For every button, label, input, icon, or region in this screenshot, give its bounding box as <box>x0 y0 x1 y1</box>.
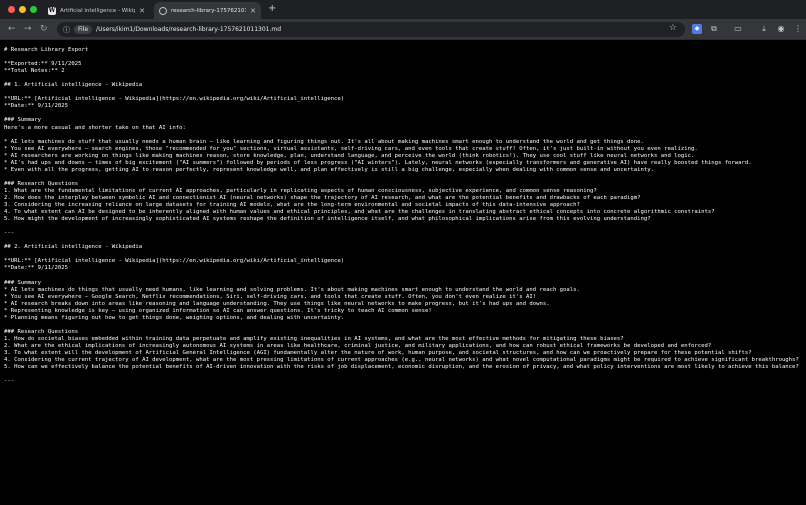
document-line <box>4 251 802 258</box>
window-controls <box>8 6 37 13</box>
document-line: 5. How can we effectively balance the po… <box>4 364 799 371</box>
document-line: 4. To what extent can AI be designed to … <box>4 209 715 216</box>
document-line: 3. Considering the increasing reliance o… <box>4 202 580 209</box>
address-bar[interactable]: ⓘ File /Users/ikim1/Downloads/research-l… <box>57 22 685 37</box>
document-line: * AI researchers are working on things l… <box>4 152 695 159</box>
tab-strip: W Artificial intelligence - Wikipe ✕ res… <box>0 0 806 19</box>
close-icon[interactable]: ✕ <box>250 7 256 15</box>
document-line: * AI research breaks down into areas lik… <box>4 300 550 307</box>
document-line: 2. How does the interplay between symbol… <box>4 194 641 201</box>
browser-toolbar: ← → ↻ ⓘ File /Users/ikim1/Downloads/rese… <box>0 19 806 40</box>
document-line <box>4 223 802 230</box>
document-line: **URL:** [Artificial intelligence - Wiki… <box>4 258 345 265</box>
document-line: 5. How might the development of increasi… <box>4 216 651 223</box>
document-line: * AI lets machines do things that usuall… <box>4 286 580 293</box>
info-icon[interactable]: ⓘ <box>63 25 70 35</box>
document-line <box>4 54 802 61</box>
minimize-window-button[interactable] <box>19 6 26 13</box>
puzzle-extensions-icon[interactable]: ⧉ <box>709 24 719 34</box>
document-line: ### Research Questions <box>4 180 79 187</box>
document-line: **Total Notes:** 2 <box>4 68 65 75</box>
new-tab-button[interactable]: + <box>268 4 276 14</box>
document-line: * Even with all the progress, getting AI… <box>4 166 654 173</box>
document-line: * AI lets machines do stuff that usually… <box>4 138 644 145</box>
document-line: * Representing knowledge is key – using … <box>4 307 432 314</box>
document-line <box>4 110 802 117</box>
forward-arrow-icon[interactable]: → <box>24 23 32 35</box>
url-text[interactable]: /Users/ikim1/Downloads/research-library-… <box>96 26 281 33</box>
document-line: * You see AI everywhere – search engines… <box>4 145 698 152</box>
tab-research-library[interactable]: research-library-17576210113 ✕ <box>154 2 261 19</box>
document-line: --- <box>4 230 15 237</box>
document-line <box>4 174 802 181</box>
wikipedia-icon: W <box>48 6 56 15</box>
document-line <box>4 75 802 82</box>
close-window-button[interactable] <box>8 6 15 13</box>
document-line: * You see AI everywhere – Google Search,… <box>4 293 537 300</box>
document-line: 4. Considering the current trajectory of… <box>4 357 799 364</box>
document-line: ### Summary <box>4 117 42 124</box>
tab-title: research-library-17576210113 <box>171 7 247 14</box>
document-line: **Date:** 9/11/2025 <box>4 103 68 110</box>
document-line: 1. How do societal biases embedded withi… <box>4 335 624 342</box>
split-view-icon[interactable]: ▭ <box>733 24 743 34</box>
document-line: **Date:** 9/11/2025 <box>4 265 68 272</box>
back-arrow-icon[interactable]: ← <box>8 23 16 35</box>
document-line: **URL:** [Artificial intelligence - Wiki… <box>4 96 345 103</box>
download-icon[interactable]: ⤓ <box>759 24 769 34</box>
profile-avatar-icon[interactable]: ◉ <box>776 24 786 34</box>
document-line: * Planning means figuring out how to get… <box>4 314 345 321</box>
document-line: ## 2. Artificial intelligence - Wikipedi… <box>4 244 143 251</box>
document-line: **Exported:** 9/11/2025 <box>4 61 82 68</box>
document-line: ### Summary <box>4 279 42 286</box>
document-line <box>4 237 802 244</box>
document-line <box>4 371 802 378</box>
document-line: # Research Library Export <box>4 47 89 53</box>
document-line: 2. What are the ethical implications of … <box>4 342 712 349</box>
markdown-document: # Research Library Export **Exported:** 9… <box>4 47 802 385</box>
document-line: 3. To what extent will the development o… <box>4 350 752 357</box>
document-line <box>4 322 802 329</box>
tab-wikipedia[interactable]: W Artificial intelligence - Wikipe ✕ <box>43 2 150 19</box>
markdown-viewer: # Research Library Export **Exported:** 9… <box>0 41 806 505</box>
document-line: --- <box>4 378 15 385</box>
extension-icon[interactable]: ◆ <box>692 24 702 34</box>
document-line: Here's a more casual and shorter take on… <box>4 124 186 131</box>
reload-icon[interactable]: ↻ <box>40 23 48 35</box>
document-line: 1. What are the fundamental limitations … <box>4 187 597 194</box>
tab-title: Artificial intelligence - Wikipe <box>60 7 136 14</box>
document-line <box>4 273 802 280</box>
more-menu-icon[interactable]: ⋮ <box>793 24 803 34</box>
document-line: ### Research Questions <box>4 328 79 335</box>
document-line <box>4 132 802 139</box>
document-line: ## 1. Artificial intelligence - Wikipedi… <box>4 82 143 89</box>
scheme-chip: File <box>74 25 93 34</box>
bookmark-star-icon[interactable]: ☆ <box>669 23 677 33</box>
close-icon[interactable]: ✕ <box>139 7 145 15</box>
maximize-window-button[interactable] <box>30 6 37 13</box>
document-line <box>4 89 802 96</box>
globe-icon <box>159 6 167 15</box>
document-line: * AI's had ups and downs – times of big … <box>4 159 752 166</box>
